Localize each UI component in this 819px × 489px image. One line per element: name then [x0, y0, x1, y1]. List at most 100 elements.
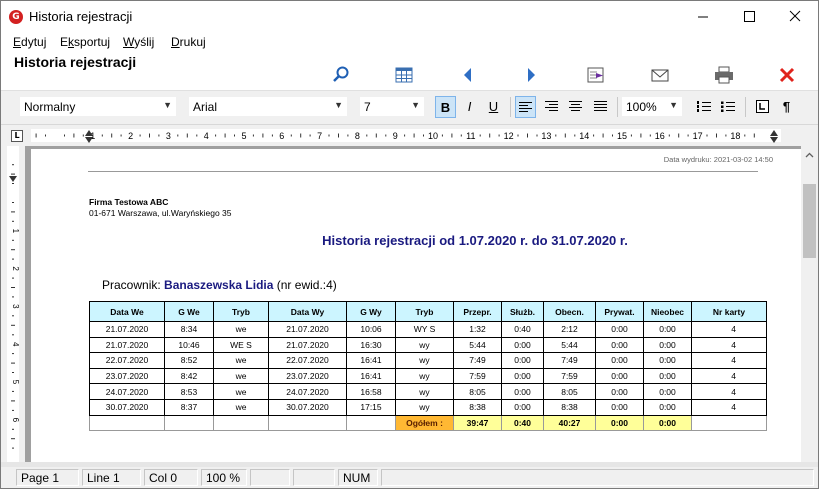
- close-icon[interactable]: [776, 64, 798, 86]
- bold-button[interactable]: B: [435, 96, 456, 118]
- scroll-up-icon[interactable]: [801, 148, 818, 162]
- separator: [510, 97, 511, 117]
- zoom-select[interactable]: 100% ▼: [621, 96, 683, 117]
- table-cell: 16:41: [346, 367, 396, 385]
- status-bar: Page 1 Line 1 Col 0 100 % NUM: [1, 467, 818, 488]
- status-panel: [381, 469, 814, 486]
- table-cell: 8:34: [164, 321, 214, 338]
- bullet-list-button[interactable]: [717, 96, 738, 118]
- table-cell: we: [213, 383, 269, 400]
- table-cell: 4: [691, 321, 767, 338]
- table-cell: 0:00: [643, 352, 692, 369]
- totals-label: Ogółem :: [395, 414, 454, 432]
- table-cell: 0:40: [501, 321, 544, 338]
- ruler-number: 15: [617, 131, 627, 141]
- align-center-button[interactable]: [565, 96, 586, 118]
- empty-cell: [346, 414, 396, 432]
- table-cell: we: [213, 367, 269, 385]
- table-cell: 0:00: [643, 383, 692, 400]
- table-row: 24.07.2020 8:53 we 24.07.2020 16:58 wy 8:05 0:0…: [89, 383, 767, 400]
- employee-line: Pracownik: Banaszewska Lidia (nr ewid.:4…: [102, 278, 337, 292]
- table-cell: 7:59: [543, 367, 596, 385]
- registration-table: Data We G We Tryb Data Wy G Wy Tryb Przepr. Słu…: [89, 301, 767, 432]
- menu-drukuj[interactable]: Drukuj: [171, 35, 206, 49]
- total-value: 0:40: [501, 414, 544, 432]
- empty-cell: [213, 414, 269, 432]
- table-cell: 8:05: [543, 383, 596, 400]
- ruler-number: 6: [11, 418, 20, 423]
- table-body: 21.07.2020 8:34 we 21.07.2020 10:06 WY S 1:32 0…: [89, 321, 767, 432]
- align-right-button[interactable]: [541, 96, 562, 118]
- table-cell: 0:00: [501, 336, 544, 354]
- font-size-select[interactable]: 7 ▼: [359, 96, 425, 117]
- close-window-icon: [789, 10, 801, 22]
- table-cell: 21.07.2020: [268, 336, 347, 354]
- separator: [617, 97, 618, 117]
- total-value: 40:27: [543, 414, 596, 432]
- close-window-button[interactable]: [772, 1, 818, 32]
- minimize-button[interactable]: [680, 1, 726, 32]
- menu-wyslij[interactable]: Wyślij: [123, 35, 154, 49]
- table-cell: 4: [691, 383, 767, 400]
- prev-icon[interactable]: [457, 64, 479, 86]
- numbered-list-button[interactable]: [693, 96, 714, 118]
- table-row: 30.07.2020 8:37 we 30.07.2020 17:15 wy 8:38 0:0…: [89, 398, 767, 416]
- align-center-icon: [569, 101, 582, 111]
- next-icon[interactable]: [520, 64, 542, 86]
- print-icon[interactable]: [713, 64, 735, 86]
- table-cell: 0:00: [595, 367, 644, 385]
- align-left-icon: [519, 102, 532, 112]
- scrollbar-thumb[interactable]: [803, 184, 816, 258]
- italic-button[interactable]: I: [459, 96, 480, 118]
- tab-type-icon[interactable]: L: [11, 130, 23, 142]
- show-formatting-button[interactable]: ¶: [776, 96, 797, 118]
- style-select[interactable]: Normalny ▼: [19, 96, 177, 117]
- table-cell: 22.07.2020: [89, 352, 165, 369]
- ruler-number: 17: [693, 131, 703, 141]
- vertical-ruler-scale: 1 2 3 4 5 6: [7, 146, 20, 462]
- table-icon[interactable]: [393, 64, 415, 86]
- ruler-number: 1: [11, 229, 20, 234]
- table-cell: 24.07.2020: [89, 383, 165, 400]
- table-cell: 0:00: [595, 352, 644, 369]
- total-value: 39:47: [453, 414, 502, 432]
- table-cell: wy: [395, 336, 454, 354]
- report-page: Data wydruku: 2021-03-02 14:50 Firma Tes…: [31, 149, 801, 462]
- total-value: 0:00: [595, 414, 644, 432]
- table-cell: 21.07.2020: [89, 321, 165, 338]
- document-area[interactable]: Data wydruku: 2021-03-02 14:50 Firma Tes…: [25, 146, 801, 462]
- table-cell: 0:00: [643, 321, 692, 338]
- empty-cell: [268, 414, 347, 432]
- table-cell: we: [213, 321, 269, 338]
- ruler-number: 5: [241, 131, 246, 141]
- chevron-down-icon: ▼: [163, 100, 172, 110]
- company-info: Firma Testowa ABC 01-671 Warszawa, ul.Wa…: [89, 197, 232, 219]
- vertical-scrollbar[interactable]: [801, 146, 818, 462]
- tab-stop-icon: [756, 100, 769, 113]
- ruler-number: 8: [355, 131, 360, 141]
- align-left-button[interactable]: [515, 96, 536, 118]
- table-row: 21.07.2020 8:34 we 21.07.2020 10:06 WY S 1:32 0…: [89, 321, 767, 338]
- tab-stop-button[interactable]: [752, 96, 773, 118]
- table-cell: 8:05: [453, 383, 502, 400]
- search-icon[interactable]: [330, 64, 352, 86]
- ruler-number: 14: [579, 131, 589, 141]
- menu-edytuj[interactable]: Edytuj: [13, 35, 46, 49]
- mail-icon[interactable]: [649, 64, 671, 86]
- export-icon[interactable]: [585, 64, 607, 86]
- justify-button[interactable]: [590, 96, 611, 118]
- horizontal-ruler[interactable]: 1 2 3 4 5 6 7 8 9 10 11 12 13 14 15 16 17 18 L: [1, 124, 818, 146]
- underline-button[interactable]: U: [483, 96, 504, 118]
- ruler-number: 3: [166, 131, 171, 141]
- font-select[interactable]: Arial ▼: [188, 96, 348, 117]
- form-title: Historia rejestracji: [14, 54, 137, 70]
- justify-icon: [594, 101, 607, 111]
- table-cell: 8:38: [453, 398, 502, 416]
- table-cell: we: [213, 398, 269, 416]
- menu-eksportuj[interactable]: Eksportuj: [60, 35, 110, 49]
- table-cell: 1:32: [453, 321, 502, 338]
- maximize-button[interactable]: [726, 1, 772, 32]
- header-rule: [88, 171, 758, 172]
- column-header: Tryb: [395, 301, 454, 322]
- table-cell: 0:00: [501, 352, 544, 369]
